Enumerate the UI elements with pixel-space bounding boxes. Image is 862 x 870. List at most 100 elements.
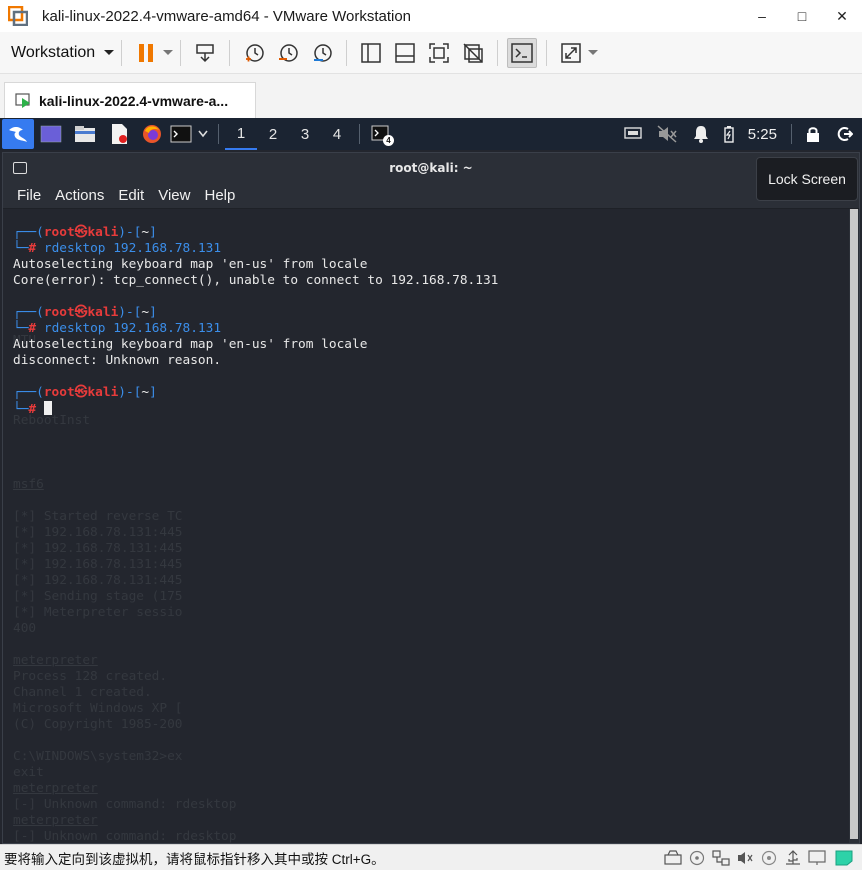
workspace-1[interactable]: 1 <box>225 118 257 150</box>
window-count-badge: 4 <box>383 135 394 146</box>
menu-actions[interactable]: Actions <box>55 187 104 204</box>
lock-screen-tooltip: Lock Screen <box>756 157 858 201</box>
output-line: Autoselecting keyboard map 'en-us' from … <box>13 257 368 272</box>
terminal-scrollbar[interactable] <box>849 209 859 843</box>
snapshot-manager-icon <box>314 43 332 62</box>
window-titlebar: kali-linux-2022.4-vmware-amd64 - VMware … <box>0 0 862 32</box>
workspace-2[interactable]: 2 <box>257 118 289 150</box>
menu-help[interactable]: Help <box>204 187 235 204</box>
prompt-dir: ~ <box>141 385 150 400</box>
vm-display[interactable]: 1 2 3 4 4 5:25 root@kali: ~ File Actions… <box>0 118 862 844</box>
unity-disabled-icon <box>463 42 483 63</box>
logout-icon <box>837 127 853 141</box>
pause-button[interactable] <box>131 38 161 68</box>
snapshot-button[interactable] <box>239 38 269 68</box>
snapshot-clock-icon <box>246 43 264 62</box>
window-title: kali-linux-2022.4-vmware-amd64 - VMware … <box>42 7 412 25</box>
panel-separator <box>791 124 792 144</box>
usb-controller-icon[interactable] <box>784 849 802 866</box>
taskbar-terminal-window[interactable]: 4 <box>366 118 396 150</box>
usb-device-icon[interactable] <box>760 850 778 866</box>
prompt-host: kali <box>87 225 119 240</box>
console-view-button[interactable] <box>507 37 538 68</box>
text-editor-launcher[interactable] <box>102 118 136 150</box>
volume-muted-icon <box>657 125 677 143</box>
desktop-icon <box>40 125 62 143</box>
show-library-button[interactable] <box>356 38 386 68</box>
vm-running-icon <box>15 92 33 109</box>
close-button[interactable]: ✕ <box>822 0 862 32</box>
dropdown-arrow-icon[interactable] <box>588 49 599 57</box>
revert-snapshot-button[interactable] <box>273 38 303 68</box>
battery-indicator[interactable] <box>718 118 740 150</box>
show-desktop-button[interactable] <box>34 118 68 150</box>
keyboard-send-icon <box>196 43 214 62</box>
toolbar-separator <box>497 39 499 66</box>
toolbar-separator <box>346 39 348 66</box>
prompt-user: root <box>43 305 75 320</box>
command-line: └─# rdesktop 192.168.78.131 <box>13 241 222 256</box>
firefox-launcher[interactable] <box>136 118 168 150</box>
full-screen-button[interactable] <box>424 38 454 68</box>
scrollbar-thumb[interactable] <box>850 209 858 839</box>
folder-icon <box>75 126 95 142</box>
sound-card-icon[interactable] <box>736 850 754 866</box>
lock-icon <box>807 127 819 142</box>
network-indicator[interactable] <box>616 118 650 150</box>
status-bar: 要将输入定向到该虚拟机，请将鼠标指针移入其中或按 Ctrl+G。 <box>0 844 862 870</box>
menu-file[interactable]: File <box>17 187 41 204</box>
snapshot-manager-button[interactable] <box>307 38 337 68</box>
sidebar-layout-icon <box>361 42 381 63</box>
message-log-icon[interactable] <box>835 850 853 866</box>
unity-button[interactable] <box>458 38 488 68</box>
stretch-guest-button[interactable] <box>556 38 586 68</box>
workspace-4[interactable]: 4 <box>321 118 353 150</box>
output-line: Core(error): tcp_connect(), unable to co… <box>13 273 499 288</box>
prompt-at: ㉿ <box>74 385 88 400</box>
panel-clock[interactable]: 5:25 <box>748 126 777 143</box>
text-cursor <box>43 401 52 415</box>
volume-indicator[interactable] <box>650 118 684 150</box>
prompt-user: root <box>43 385 75 400</box>
command-line[interactable]: └─# <box>13 401 847 417</box>
prompt-user: root <box>43 225 75 240</box>
network-icon <box>624 127 642 139</box>
lock-screen-button[interactable] <box>798 118 828 150</box>
file-manager-launcher[interactable] <box>68 118 102 150</box>
stretch-icon <box>561 42 581 63</box>
display-icon[interactable] <box>808 849 826 866</box>
terminal-launcher[interactable] <box>168 118 194 150</box>
vmware-toolbar: Workstation <box>0 32 862 74</box>
minimize-button[interactable]: – <box>742 0 782 32</box>
pause-icon <box>139 43 154 62</box>
terminal-window-icon <box>13 162 27 174</box>
notifications-indicator[interactable] <box>684 118 718 150</box>
show-thumbnail-bar-button[interactable] <box>390 38 420 68</box>
console-prompt-icon <box>511 42 533 63</box>
dropdown-arrow-icon[interactable] <box>163 49 174 57</box>
toolbar-separator <box>546 39 548 66</box>
maximize-button[interactable]: □ <box>782 0 822 32</box>
menu-edit[interactable]: Edit <box>118 187 144 204</box>
workstation-menu-label: Workstation <box>11 43 96 61</box>
command-text: rdesktop 192.168.78.131 <box>43 321 222 336</box>
vm-tab[interactable]: kali-linux-2022.4-vmware-a... <box>4 82 256 118</box>
text-editor-icon <box>112 124 127 144</box>
hard-disk-icon[interactable] <box>664 849 682 866</box>
toolbar-separator <box>180 39 182 66</box>
network-adapter-icon[interactable] <box>712 849 730 866</box>
send-ctrl-alt-del-button[interactable] <box>190 38 220 68</box>
launcher-dropdown[interactable] <box>194 118 212 150</box>
cd-dvd-icon[interactable] <box>688 850 706 866</box>
terminal-output[interactable]: ┌──(root㉿kali)-[~] └─# rdesktop 192.168.… <box>3 209 847 843</box>
terminal-window[interactable]: root@kali: ~ File Actions Edit View Help… <box>2 152 860 844</box>
workstation-menu[interactable]: Workstation <box>11 43 115 62</box>
output-line: disconnect: Unknown reason. <box>13 353 222 368</box>
toolbar-separator <box>121 39 123 66</box>
bell-icon <box>693 126 708 143</box>
logout-button[interactable] <box>828 118 862 150</box>
menu-view[interactable]: View <box>158 187 190 204</box>
workspace-3[interactable]: 3 <box>289 118 321 150</box>
kali-menu-button[interactable] <box>2 119 34 149</box>
